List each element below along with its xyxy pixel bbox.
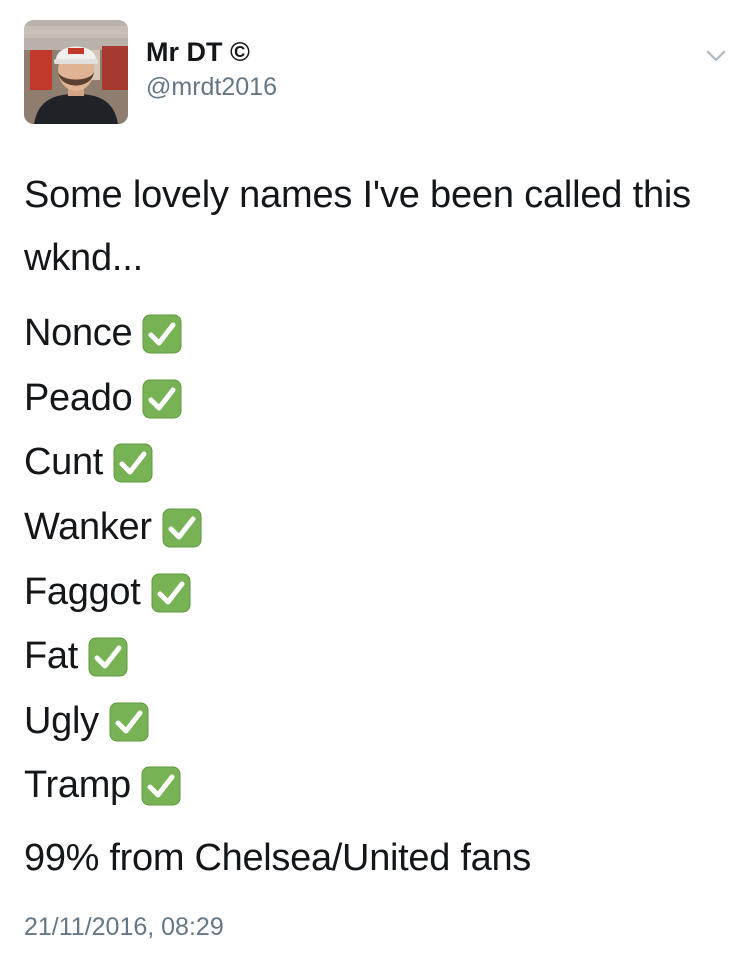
name-label: Faggot — [24, 570, 141, 613]
name-label: Wanker — [24, 506, 152, 549]
check-mark-icon — [141, 766, 181, 806]
list-item-2: Peado — [24, 366, 202, 431]
check-mark-icon — [113, 443, 153, 483]
check-mark-icon — [142, 314, 182, 354]
tweet-text-closing: 99% from Chelsea/United fans — [24, 837, 531, 879]
tweet-card: Mr DT © @mrdt2016 Some lovely names I've… — [0, 0, 750, 971]
list-item-1: Nonce — [24, 301, 202, 366]
check-mark-icon — [88, 637, 128, 677]
list-item-5: Faggot — [24, 559, 202, 624]
check-mark-icon — [142, 379, 182, 419]
name-label: Tramp — [24, 764, 131, 807]
name-label: Ugly — [24, 699, 99, 742]
list-item-6: Fat — [24, 624, 202, 689]
name-label: Nonce — [24, 312, 133, 355]
name-label: Peado — [24, 376, 133, 419]
name-label: Fat — [24, 635, 79, 678]
tweet-text-intro: Some lovely names I've been called this … — [24, 174, 691, 279]
name-list: Nonce Peado Cunt Wanker Faggot Fat Ugly … — [24, 301, 202, 818]
check-mark-icon — [109, 702, 149, 742]
list-item-3: Cunt — [24, 430, 202, 495]
list-item-4: Wanker — [24, 495, 202, 560]
display-name[interactable]: Mr DT © — [146, 36, 250, 68]
avatar[interactable] — [24, 20, 128, 124]
chevron-down-icon[interactable] — [702, 44, 730, 68]
check-mark-icon — [162, 508, 202, 548]
username[interactable]: @mrdt2016 — [146, 72, 277, 102]
name-label: Cunt — [24, 441, 104, 484]
list-item-8: Tramp — [24, 753, 202, 818]
timestamp[interactable]: 21/11/2016, 08:29 — [24, 912, 224, 942]
check-mark-icon — [151, 573, 191, 613]
list-item-7: Ugly — [24, 689, 202, 754]
